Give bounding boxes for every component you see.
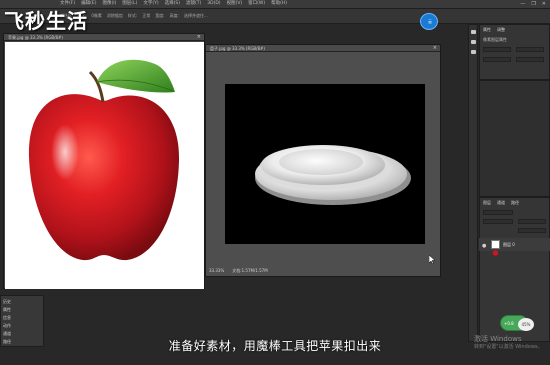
menu-item[interactable]: 窗口(W) [248, 1, 265, 7]
cloud-icon[interactable]: 云 [420, 13, 438, 30]
close-button[interactable]: ✕ [542, 1, 546, 7]
tab-adjustments[interactable]: 调整 [497, 27, 505, 33]
option-item[interactable]: 正常 [142, 13, 150, 19]
opacity-field[interactable] [518, 219, 546, 224]
maximize-button[interactable]: ❐ [531, 1, 535, 7]
panel-row[interactable]: 历史 [3, 299, 11, 305]
apple-document-title: 苹果.jpg @ 33.3% (RGB/8#) [8, 35, 63, 40]
zoom-level[interactable]: 33.33% [209, 268, 224, 274]
option-item[interactable]: 消除锯齿 [107, 13, 123, 19]
history-panel-icon[interactable] [470, 29, 477, 35]
speed-badge-value: +0.8 [504, 321, 514, 326]
layer-filter-select[interactable] [483, 210, 513, 215]
menu-item[interactable]: 3D(D) [207, 1, 220, 7]
speed-badge-percent: 45% [518, 318, 534, 331]
empty-panel-area [479, 80, 550, 197]
panel-row[interactable]: 属性 [3, 307, 11, 313]
tab-paths[interactable]: 路径 [511, 200, 519, 206]
apple-document-tab[interactable]: 苹果.jpg @ 33.3% (RGB/8#) × [4, 34, 204, 41]
menu-item[interactable]: 图像(I) [102, 1, 116, 7]
property-field[interactable] [483, 57, 511, 62]
plate-document-close-icon[interactable]: × [433, 45, 437, 51]
option-item[interactable]: 宽度: [155, 13, 164, 19]
document-size-info: 文档:1.57M/1.57M [232, 268, 268, 273]
menu-item[interactable]: 滤镜(T) [186, 1, 201, 7]
mouse-cursor-icon [429, 255, 435, 264]
properties-tabs: 属性 调整 [483, 27, 505, 33]
option-item[interactable]: 选择并遮住... [184, 13, 208, 19]
menu-items: 文件(F) 编辑(E) 图像(I) 图层(L) 文字(Y) 选择(S) 滤镜(T) 3D(D)… [60, 1, 287, 7]
speed-badge-percent-label: 45% [521, 322, 531, 327]
channel-watermark: 飞秒生活 [4, 9, 88, 33]
apple-image [28, 59, 180, 261]
video-subtitle: 准备好素材，用魔棒工具把苹果扣出来 [168, 339, 382, 353]
panel-row[interactable]: 信息 [3, 315, 11, 321]
option-item[interactable]: 样式: [128, 13, 137, 19]
plate-document-window[interactable]: 盘子.jpg @ 33.3% (RGB/8#) × 33.33% 文档:1.57… [205, 44, 441, 277]
layer-thumbnail [491, 240, 500, 256]
panel-row[interactable]: 动作 [3, 323, 11, 329]
apple-canvas[interactable] [5, 42, 204, 289]
properties-panel: 属性 调整 像素图层属性 [479, 24, 550, 80]
properties-label: 像素图层属性 [483, 37, 507, 42]
cloud-label: 云 [428, 19, 432, 24]
adjustments-panel-icon[interactable] [470, 49, 477, 55]
option-item[interactable]: 高度: [170, 13, 179, 19]
menu-item[interactable]: 视图(V) [227, 1, 243, 7]
property-field[interactable] [516, 57, 544, 62]
plate-status-bar: 33.33% 文档:1.57M/1.57M [209, 268, 268, 274]
menu-item[interactable]: 选择(S) [165, 1, 180, 7]
plate-document-title: 盘子.jpg @ 33.3% (RGB/8#) [210, 46, 265, 51]
property-field[interactable] [516, 47, 544, 52]
blend-mode-select[interactable] [483, 219, 513, 224]
option-item[interactable]: 0像素 [91, 13, 102, 19]
fill-field[interactable] [518, 228, 546, 233]
menu-item[interactable]: 图层(L) [122, 1, 137, 7]
layers-tabs: 图层 通道 路径 [483, 200, 519, 206]
minimize-button[interactable]: — [520, 1, 525, 7]
eye-icon[interactable]: ● [482, 243, 486, 249]
property-field[interactable] [483, 47, 511, 52]
tab-layers[interactable]: 图层 [483, 200, 491, 206]
window-controls: — ❐ ✕ [520, 1, 546, 7]
plate-image [255, 145, 411, 205]
properties-panel-icon[interactable] [470, 39, 477, 45]
menu-item[interactable]: 文字(Y) [143, 1, 158, 7]
tab-properties[interactable]: 属性 [483, 27, 491, 33]
photoshop-window: 文件(F) 编辑(E) 图像(I) 图层(L) 文字(Y) 选择(S) 滤镜(T) 3D(D)… [0, 0, 550, 365]
layer-name: 图层 0 [503, 242, 515, 247]
tab-channels[interactable]: 通道 [497, 200, 505, 206]
apple-document-window[interactable]: 苹果.jpg @ 33.3% (RGB/8#) × [3, 33, 205, 289]
panel-icon-column [468, 24, 478, 342]
plate-document-tab[interactable]: 盘子.jpg @ 33.3% (RGB/8#) × [206, 45, 440, 52]
apple-document-close-icon[interactable]: × [197, 34, 201, 40]
plate-canvas[interactable] [225, 84, 425, 244]
menu-item[interactable]: 帮助(H) [271, 1, 287, 7]
